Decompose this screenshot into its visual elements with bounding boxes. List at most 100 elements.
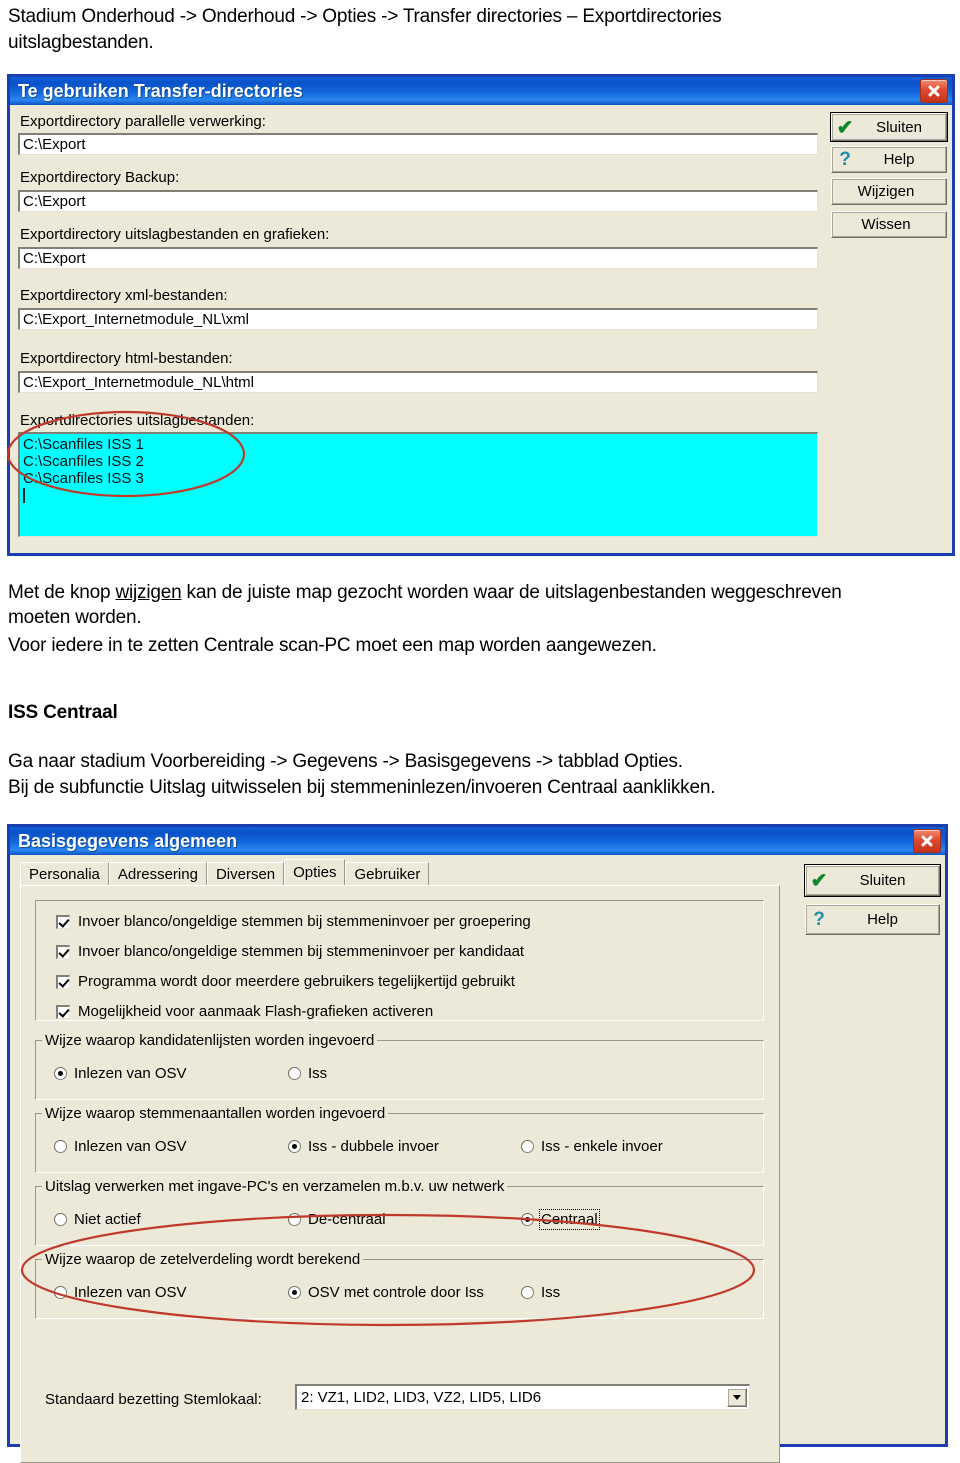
exportdirectories-listbox[interactable]: C:\Scanfiles ISS 1 C:\Scanfiles ISS 2 C:…: [18, 432, 818, 537]
sluiten-button-label: Sluiten: [859, 872, 906, 889]
checkbox-groepering[interactable]: [56, 914, 70, 929]
help-button[interactable]: ? Help: [831, 146, 947, 173]
groupbox-stemmenaantallen-title: Wijze waarop stemmenaantallen worden ing…: [42, 1105, 389, 1122]
section-heading-iss-centraal: ISS Centraal: [8, 702, 118, 723]
radio-row-zetelverdeling-osv[interactable]: Inlezen van OSV: [54, 1284, 187, 1301]
field-input-xml-bestanden[interactable]: C:\Export_Internetmodule_NL\xml: [18, 308, 818, 330]
radio-row-kandidatenlijsten-osv[interactable]: Inlezen van OSV: [54, 1065, 187, 1082]
list-item[interactable]: C:\Scanfiles ISS 2: [23, 453, 817, 470]
tab-diversen-label: Diversen: [215, 865, 276, 883]
paragraph-2: Voor iedere in te zetten Centrale scan-P…: [8, 635, 657, 656]
tab-diversen[interactable]: Diversen: [206, 862, 285, 885]
radio-zetelverdeling-iss-label: Iss: [541, 1284, 561, 1301]
radio-row-stemmenaantallen-enkele[interactable]: Iss - enkele invoer: [521, 1138, 663, 1155]
list-item[interactable]: C:\Scanfiles ISS 3: [23, 470, 817, 487]
radio-row-stemmenaantallen-osv[interactable]: Inlezen van OSV: [54, 1138, 187, 1155]
radio-stemmenaantallen-enkele-label: Iss - enkele invoer: [541, 1138, 663, 1155]
radio-stemmenaantallen-osv-label: Inlezen van OSV: [74, 1138, 187, 1155]
radio-zetelverdeling-osv-controle[interactable]: [288, 1286, 301, 1299]
checkbox-meerdere-gebruikers-label: Programma wordt door meerdere gebruikers…: [78, 973, 515, 990]
checkbox-meerdere-gebruikers[interactable]: [56, 974, 70, 989]
checkbox-groepering-label: Invoer blanco/ongeldige stemmen bij stem…: [78, 913, 531, 930]
field-label-uitslagbestanden-grafieken: Exportdirectory uitslagbestanden en graf…: [20, 226, 330, 243]
close-icon[interactable]: [913, 829, 941, 853]
radio-centraal[interactable]: [521, 1213, 534, 1226]
dialog2-titlebar: Basisgegevens algemeen: [10, 827, 945, 855]
checkbox-row-groepering[interactable]: Invoer blanco/ongeldige stemmen bij stem…: [56, 913, 531, 930]
field-input-parallelle-verwerking[interactable]: C:\Export: [18, 133, 818, 155]
radio-zetelverdeling-osv-controle-label: OSV met controle door Iss: [308, 1284, 484, 1301]
radio-stemmenaantallen-osv[interactable]: [54, 1140, 67, 1153]
radio-stemmenaantallen-enkele[interactable]: [521, 1140, 534, 1153]
tab-personalia[interactable]: Personalia: [20, 862, 109, 885]
groupbox-stemmenaantallen: Wijze waarop stemmenaantallen worden ing…: [35, 1105, 764, 1173]
wissen-button[interactable]: Wissen: [831, 211, 947, 238]
field-label-html-bestanden: Exportdirectory html-bestanden:: [20, 350, 233, 367]
list-item[interactable]: C:\Scanfiles ISS 1: [23, 436, 817, 453]
tab-opties-label: Opties: [293, 864, 337, 881]
chevron-down-icon[interactable]: [727, 1388, 747, 1407]
radio-row-de-centraal[interactable]: De-centraal: [288, 1211, 386, 1228]
help-button-label: Help: [867, 911, 898, 928]
tab-adressering[interactable]: Adressering: [108, 862, 207, 885]
tab-opties[interactable]: Opties: [284, 859, 346, 885]
radio-zetelverdeling-osv-label: Inlezen van OSV: [74, 1284, 187, 1301]
wijzigen-link[interactable]: wijzigen: [115, 582, 181, 603]
dialog2-body: Personalia Adressering Diversen Opties G…: [10, 855, 945, 1463]
checkbox-row-meerdere-gebruikers[interactable]: Programma wordt door meerdere gebruikers…: [56, 973, 515, 990]
radio-row-kandidatenlijsten-iss[interactable]: Iss: [288, 1065, 327, 1082]
radio-row-zetelverdeling-osv-controle[interactable]: OSV met controle door Iss: [288, 1284, 484, 1301]
checkbox-kandidaat[interactable]: [56, 944, 70, 959]
paragraph-4: Bij de subfunctie Uitslag uitwisselen bi…: [8, 777, 716, 798]
radio-niet-actief-label: Niet actief: [74, 1211, 141, 1228]
groupbox-zetelverdeling: Wijze waarop de zetelverdeling wordt ber…: [35, 1251, 764, 1319]
help-button-label: Help: [883, 151, 915, 168]
paragraph-3: Ga naar stadium Voorbereiding -> Gegeven…: [8, 751, 683, 772]
checkbox-flash-grafieken-label: Mogelijkheid voor aanmaak Flash-grafieke…: [78, 1003, 434, 1020]
checkbox-row-kandidaat[interactable]: Invoer blanco/ongeldige stemmen bij stem…: [56, 943, 524, 960]
radio-kandidatenlijsten-iss[interactable]: [288, 1067, 301, 1080]
checkbox-flash-grafieken[interactable]: [56, 1004, 70, 1019]
groupbox-uitslag-verwerken: Uitslag verwerken met ingave-PC's en ver…: [35, 1178, 764, 1246]
radio-de-centraal-label: De-centraal: [308, 1211, 386, 1228]
radio-zetelverdeling-osv[interactable]: [54, 1286, 67, 1299]
radio-zetelverdeling-iss[interactable]: [521, 1286, 534, 1299]
transfer-directories-dialog: Te gebruiken Transfer-directories Export…: [7, 74, 955, 556]
groupbox-kandidatenlijsten-title: Wijze waarop kandidatenlijsten worden in…: [42, 1032, 378, 1049]
dialog1-titlebar: Te gebruiken Transfer-directories: [10, 77, 952, 105]
wissen-button-label: Wissen: [861, 216, 911, 233]
tab-gebruiker-label: Gebruiker: [354, 865, 421, 883]
radio-stemmenaantallen-dubbele[interactable]: [288, 1140, 301, 1153]
standaard-bezetting-combobox[interactable]: 2: VZ1, LID2, LID3, VZ2, LID5, LID6: [295, 1384, 750, 1410]
checkbox-panel: Invoer blanco/ongeldige stemmen bij stem…: [35, 900, 764, 1021]
field-label-parallelle-verwerking: Exportdirectory parallelle verwerking:: [20, 113, 266, 130]
field-input-backup[interactable]: C:\Export: [18, 190, 818, 212]
paragraph-1-line2: moeten worden.: [8, 607, 142, 628]
radio-kandidatenlijsten-iss-label: Iss: [308, 1065, 328, 1082]
question-mark-icon: ?: [839, 148, 851, 170]
standaard-bezetting-value: 2: VZ1, LID2, LID3, VZ2, LID5, LID6: [301, 1389, 542, 1406]
radio-niet-actief[interactable]: [54, 1213, 67, 1226]
radio-kandidatenlijsten-osv[interactable]: [54, 1067, 67, 1080]
intro-line-2: uitslagbestanden.: [8, 32, 154, 53]
field-input-html-bestanden[interactable]: C:\Export_Internetmodule_NL\html: [18, 371, 818, 393]
dialog1-body: Exportdirectory parallelle verwerking: C…: [10, 105, 952, 553]
radio-row-zetelverdeling-iss[interactable]: Iss: [521, 1284, 560, 1301]
checkbox-row-flash-grafieken[interactable]: Mogelijkheid voor aanmaak Flash-grafieke…: [56, 1003, 433, 1020]
close-icon[interactable]: [920, 79, 948, 103]
sluiten-button-label: Sluiten: [876, 118, 922, 136]
list-label-exportdirectories-uitslagbestanden: Exportdirectories uitslagbestanden:: [20, 412, 255, 429]
radio-row-niet-actief[interactable]: Niet actief: [54, 1211, 141, 1228]
sluiten-button[interactable]: ✔ Sluiten: [804, 864, 941, 897]
field-label-xml-bestanden: Exportdirectory xml-bestanden:: [20, 287, 228, 304]
tab-gebruiker[interactable]: Gebruiker: [345, 862, 430, 885]
paragraph-1-post: kan de juiste map gezocht worden waar de…: [181, 582, 842, 603]
wijzigen-button[interactable]: Wijzigen: [831, 178, 947, 205]
radio-row-stemmenaantallen-dubbele[interactable]: Iss - dubbele invoer: [288, 1138, 439, 1155]
radio-de-centraal[interactable]: [288, 1213, 301, 1226]
sluiten-button[interactable]: ✔ Sluiten: [830, 112, 948, 142]
help-button[interactable]: ? Help: [805, 904, 940, 935]
radio-row-centraal[interactable]: Centraal: [521, 1209, 600, 1230]
field-input-uitslagbestanden-grafieken[interactable]: C:\Export: [18, 247, 818, 269]
dialog1-title: Te gebruiken Transfer-directories: [18, 80, 303, 101]
